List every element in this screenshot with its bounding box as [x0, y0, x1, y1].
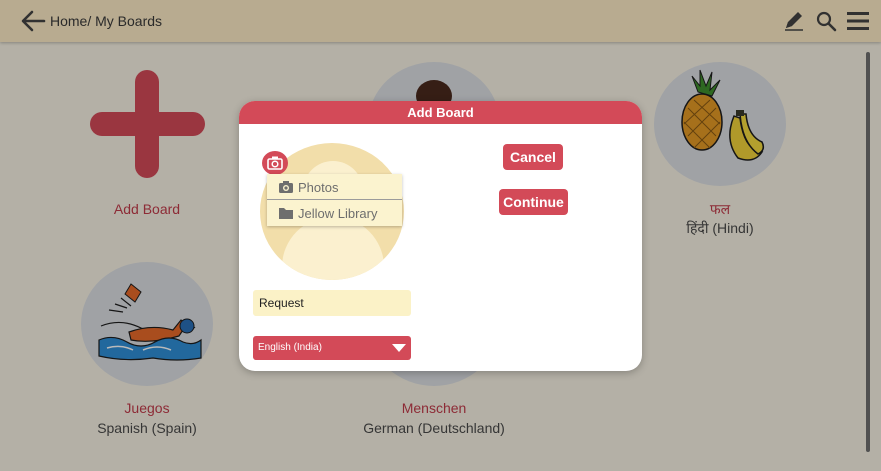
dialog-title: Add Board [239, 101, 642, 124]
language-select-value: English (India) [258, 342, 322, 353]
add-board-dialog: Add Board Photos Jellow Library Request … [239, 101, 642, 371]
board-name-input[interactable] [253, 290, 411, 316]
chevron-down-icon [392, 344, 406, 352]
folder-icon [279, 208, 293, 219]
cancel-button[interactable]: Cancel [503, 144, 563, 170]
menu-item-photos[interactable]: Photos [267, 174, 402, 200]
menu-item-label: Photos [298, 180, 339, 195]
menu-item-label: Jellow Library [298, 206, 378, 221]
camera-button[interactable] [262, 151, 288, 175]
menu-item-jellow-library[interactable]: Jellow Library [267, 200, 402, 226]
camera-icon [267, 156, 283, 170]
continue-button[interactable]: Continue [499, 189, 568, 215]
camera-icon [279, 181, 293, 193]
photo-source-menu: Photos Jellow Library [267, 174, 402, 226]
language-select[interactable]: English (India) [253, 336, 411, 360]
avatar-body-shape [282, 217, 384, 280]
